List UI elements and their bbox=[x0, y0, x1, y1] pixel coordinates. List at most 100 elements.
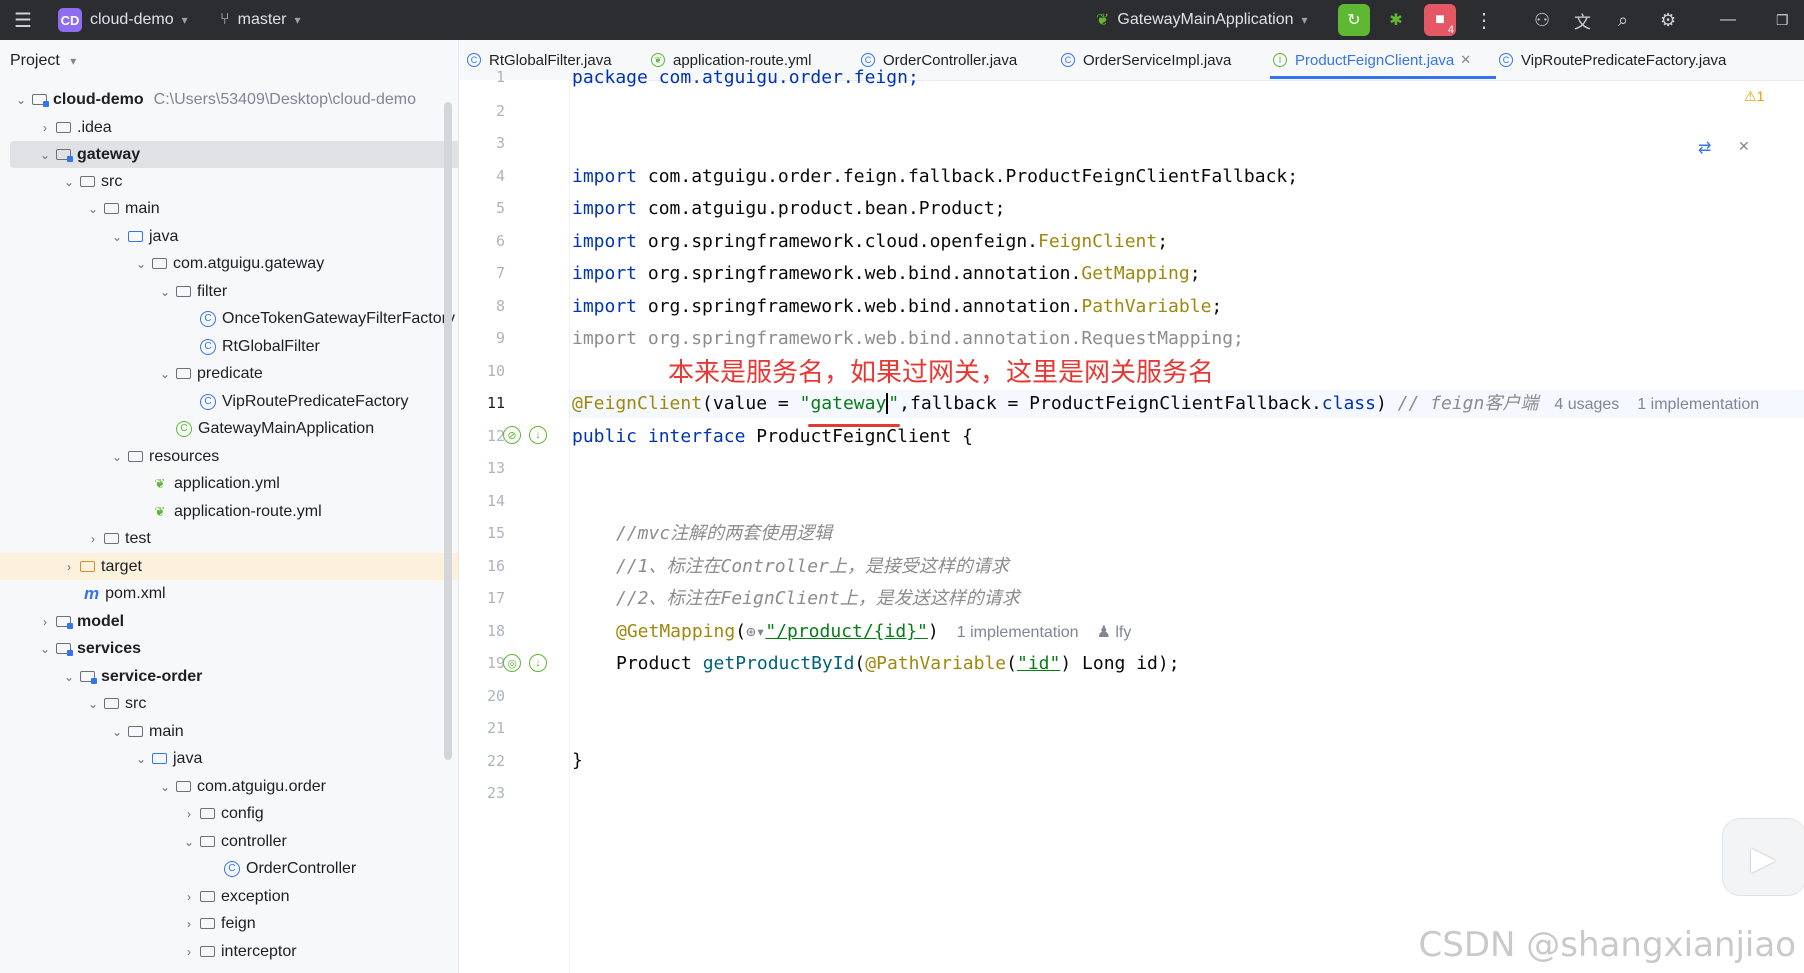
implementations-hint[interactable]: 1 implementation bbox=[1637, 396, 1759, 413]
request-path-string: "/product/{id}" bbox=[765, 621, 928, 642]
semicolon: ; bbox=[1211, 296, 1223, 317]
account-icon[interactable]: ⚇ bbox=[1534, 0, 1550, 40]
import-path: com.atguigu.order.feign.fallback.Product… bbox=[637, 166, 1299, 187]
main-menu-icon[interactable]: ☰ bbox=[14, 0, 32, 40]
package-icon bbox=[200, 808, 215, 819]
chevron-down-icon: ⌄ bbox=[39, 641, 51, 656]
tree-node-model[interactable]: › model bbox=[0, 608, 458, 635]
tree-node-order-main[interactable]: ⌄ main bbox=[0, 718, 458, 745]
tree-node-java[interactable]: ⌄ java bbox=[0, 223, 458, 250]
class-icon: C bbox=[200, 393, 216, 410]
chevron-down-icon: ▾ bbox=[1301, 13, 1308, 27]
package-icon bbox=[176, 781, 191, 792]
tree-node-order-src[interactable]: ⌄ src bbox=[0, 690, 458, 717]
tree-label: controller bbox=[221, 832, 287, 850]
tree-node-application-yml[interactable]: ❦ application.yml bbox=[0, 470, 458, 497]
line-number: 14 bbox=[486, 492, 505, 510]
rerun-button[interactable]: ↻ bbox=[1338, 0, 1370, 40]
package-icon bbox=[200, 891, 215, 902]
public-keyword: public bbox=[572, 426, 638, 447]
reader-mode-icon[interactable]: ⇄ bbox=[1698, 138, 1711, 158]
tree-node-package-gateway[interactable]: ⌄ com.atguigu.gateway bbox=[0, 250, 458, 277]
tree-node-package-order[interactable]: ⌄ com.atguigu.order bbox=[0, 773, 458, 800]
project-switcher[interactable]: CD cloud-demo ▾ bbox=[58, 0, 188, 40]
globe-icon[interactable]: ⊕▾ bbox=[746, 622, 765, 641]
settings-gear-icon[interactable]: ⚙ bbox=[1660, 0, 1676, 40]
code-editor[interactable]: package com.atguigu.order.feign; import … bbox=[572, 67, 1804, 973]
minimize-icon[interactable]: — bbox=[1720, 0, 1736, 40]
tree-node-idea[interactable]: › .idea bbox=[0, 114, 458, 141]
code-text: ,fallback = ProductFeignClientFallback. bbox=[899, 393, 1322, 414]
import-keyword: import bbox=[572, 231, 638, 252]
more-actions-icon[interactable]: ⋮ bbox=[1474, 0, 1494, 40]
tree-node-feign[interactable]: › feign bbox=[0, 910, 458, 937]
tree-node-interceptor[interactable]: › interceptor bbox=[0, 938, 458, 965]
tree-node-exception[interactable]: › exception bbox=[0, 883, 458, 910]
project-header-label: Project bbox=[10, 52, 60, 69]
implementations-hint[interactable]: 1 implementation bbox=[957, 624, 1079, 641]
tree-node-resources[interactable]: ⌄ resources bbox=[0, 443, 458, 470]
watermark: CSDN @shangxianjiao bbox=[1418, 925, 1796, 965]
usages-hint[interactable]: 4 usages bbox=[1554, 396, 1619, 413]
restore-icon[interactable]: ❐ bbox=[1776, 0, 1789, 40]
tree-node-test[interactable]: › test bbox=[0, 525, 458, 552]
tree-node-gatewaymainapp[interactable]: C GatewayMainApplication bbox=[0, 415, 458, 442]
tree-node-controller[interactable]: ⌄ controller bbox=[0, 828, 458, 855]
code-text: ) bbox=[1375, 393, 1398, 414]
excluded-folder-icon bbox=[80, 561, 95, 572]
tree-node-predicate[interactable]: ⌄ predicate bbox=[0, 360, 458, 387]
close-icon[interactable]: ✕ bbox=[1738, 138, 1750, 155]
line-comment: //mvc注解的两套使用逻辑 bbox=[616, 523, 833, 544]
chevron-down-icon: ⌄ bbox=[15, 92, 27, 107]
tree-node-target[interactable]: › target bbox=[0, 553, 458, 580]
chevron-down-icon: ⌄ bbox=[39, 147, 51, 162]
close-tab-icon[interactable]: ✕ bbox=[1460, 52, 1471, 68]
code-line-7: import org.springframework.web.bind.anno… bbox=[572, 260, 1201, 288]
tree-node-cloud-demo[interactable]: ⌄ cloud-demo C:\Users\53409\Desktop\clou… bbox=[0, 86, 458, 113]
tree-node-services[interactable]: ⌄ services bbox=[0, 635, 458, 662]
tree-node-ordercontroller[interactable]: C OrderController bbox=[0, 855, 458, 882]
chevron-right-icon: › bbox=[187, 944, 191, 959]
tree-node-order-java[interactable]: ⌄ java bbox=[0, 745, 458, 772]
line-number: 20 bbox=[486, 687, 505, 705]
tree-node-rtglobalfilter[interactable]: C RtGlobalFilter bbox=[0, 333, 458, 360]
tab-productfeignclient[interactable]: I ProductFeignClient.java ✕ bbox=[1273, 40, 1471, 80]
chevron-down-icon: ⌄ bbox=[111, 449, 123, 464]
run-config-selector[interactable]: ❦ GatewayMainApplication ▾ bbox=[1096, 0, 1308, 40]
tree-node-viproute[interactable]: C VipRoutePredicateFactory bbox=[0, 388, 458, 415]
author-hint[interactable]: ♟ lfy bbox=[1097, 624, 1132, 641]
tab-orderserviceimpl[interactable]: C OrderServiceImpl.java bbox=[1061, 40, 1231, 80]
package-icon bbox=[176, 286, 191, 297]
implemented-gutter-icon[interactable]: ↓ bbox=[529, 426, 547, 444]
tree-node-main[interactable]: ⌄ main bbox=[0, 195, 458, 222]
spring-bean-gutter-icon[interactable]: ⊘ bbox=[503, 426, 521, 444]
warnings-indicator[interactable]: ⚠1 bbox=[1744, 88, 1764, 105]
tree-node-filter[interactable]: ⌄ filter bbox=[0, 278, 458, 305]
tree-label: application-route.yml bbox=[174, 502, 322, 520]
stop-button[interactable]: ■ 4 bbox=[1424, 0, 1456, 40]
import-keyword: import bbox=[572, 263, 638, 284]
tab-label: VipRoutePredicateFactory.java bbox=[1521, 51, 1727, 69]
bug-icon: ✱ bbox=[1389, 12, 1403, 29]
sidebar-scrollbar[interactable] bbox=[444, 102, 452, 760]
branch-switcher[interactable]: ⑂ master ▾ bbox=[220, 0, 301, 40]
debug-button[interactable]: ✱ bbox=[1380, 0, 1412, 40]
tree-node-src[interactable]: ⌄ src bbox=[0, 168, 458, 195]
tab-viproutepredicate[interactable]: C VipRoutePredicateFactory.java bbox=[1499, 40, 1726, 80]
web-request-gutter-icon[interactable]: ◎ bbox=[503, 654, 521, 672]
implemented-gutter-icon[interactable]: ↓ bbox=[529, 654, 547, 672]
code-line-4: import com.atguigu.order.feign.fallback.… bbox=[572, 163, 1298, 191]
tree-node-pom[interactable]: m pom.xml bbox=[0, 580, 458, 607]
chevron-down-icon: ⌄ bbox=[63, 669, 75, 684]
tree-node-oncetoken[interactable]: C OnceTokenGatewayFilterFactory bbox=[0, 305, 458, 332]
code-line-6: import org.springframework.cloud.openfei… bbox=[572, 228, 1168, 256]
tree-node-gateway[interactable]: ⌄ gateway bbox=[10, 141, 458, 168]
search-icon[interactable]: ⌕ bbox=[1618, 0, 1628, 40]
video-play-widget[interactable]: ▶ bbox=[1722, 818, 1804, 896]
tree-node-service-order[interactable]: ⌄ service-order bbox=[0, 663, 458, 690]
tree-node-config[interactable]: › config bbox=[0, 800, 458, 827]
project-view-selector[interactable]: Project ▾ bbox=[10, 52, 76, 70]
translate-icon[interactable]: 文 bbox=[1574, 0, 1591, 40]
closing-brace: } bbox=[572, 750, 583, 771]
tree-node-application-route-yml[interactable]: ❦ application-route.yml bbox=[0, 498, 458, 525]
